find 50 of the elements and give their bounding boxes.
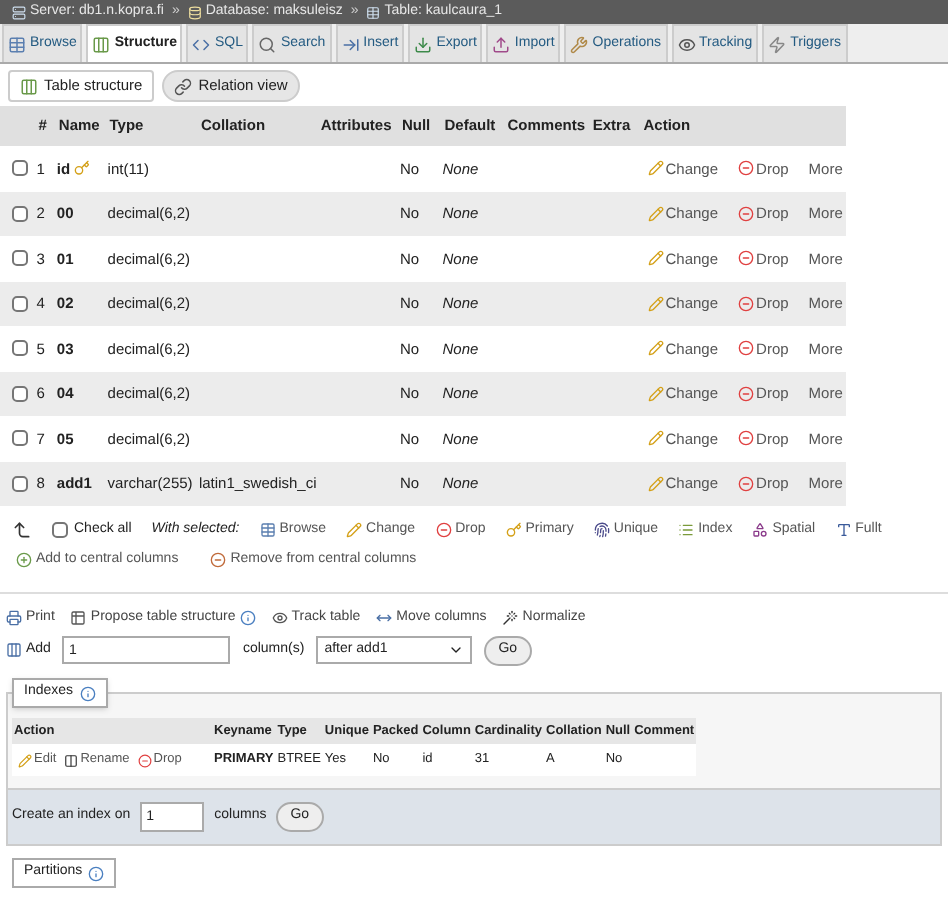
server-icon bbox=[12, 5, 26, 19]
select-arrow-icon bbox=[12, 520, 32, 540]
pencil-icon bbox=[647, 385, 664, 402]
pencil-icon bbox=[647, 295, 664, 312]
check-all-checkbox[interactable] bbox=[52, 522, 68, 538]
row-checkbox[interactable] bbox=[12, 250, 28, 267]
row-checkbox[interactable] bbox=[12, 160, 28, 177]
row-checkbox[interactable] bbox=[12, 205, 28, 222]
pencil-icon bbox=[647, 475, 664, 492]
link-icon bbox=[174, 77, 193, 95]
lightning-icon bbox=[768, 35, 787, 53]
move-icon bbox=[376, 610, 393, 626]
wand-icon bbox=[502, 610, 519, 626]
add-icon bbox=[16, 552, 32, 568]
row-checkbox[interactable] bbox=[12, 475, 28, 492]
pencil-icon bbox=[18, 753, 32, 767]
help-icon[interactable] bbox=[88, 865, 105, 881]
add-column-icon bbox=[6, 642, 22, 658]
table-icon bbox=[259, 522, 276, 538]
row-checkbox[interactable] bbox=[12, 340, 28, 357]
pencil-icon bbox=[647, 205, 664, 222]
table-icon bbox=[8, 35, 26, 53]
columns-icon bbox=[20, 77, 38, 95]
help-icon[interactable] bbox=[239, 610, 256, 626]
pencil-icon bbox=[647, 340, 664, 357]
row-checkbox[interactable] bbox=[12, 385, 28, 402]
database-icon bbox=[187, 5, 202, 19]
pencil-icon bbox=[346, 522, 363, 538]
row-checkbox[interactable] bbox=[12, 430, 28, 447]
printer-icon bbox=[6, 610, 22, 626]
eye-icon bbox=[271, 610, 288, 626]
table-icon bbox=[366, 5, 381, 19]
table-icon bbox=[70, 610, 87, 626]
chevron-icon bbox=[448, 642, 465, 658]
key-icon bbox=[505, 522, 522, 538]
code-icon bbox=[192, 35, 211, 53]
insert-arrow-icon bbox=[341, 35, 360, 53]
columns-icon bbox=[92, 35, 111, 53]
remove-icon bbox=[210, 552, 227, 568]
eye-icon bbox=[677, 35, 696, 53]
pencil-icon bbox=[647, 160, 664, 177]
wrench-icon bbox=[570, 35, 589, 53]
search-icon bbox=[258, 35, 277, 53]
help-icon[interactable] bbox=[79, 685, 96, 701]
pencil-icon bbox=[647, 430, 664, 447]
upload-icon bbox=[492, 35, 511, 53]
text-icon bbox=[835, 522, 852, 538]
pencil-icon bbox=[647, 250, 664, 267]
row-checkbox[interactable] bbox=[12, 295, 28, 312]
download-icon bbox=[414, 35, 433, 53]
